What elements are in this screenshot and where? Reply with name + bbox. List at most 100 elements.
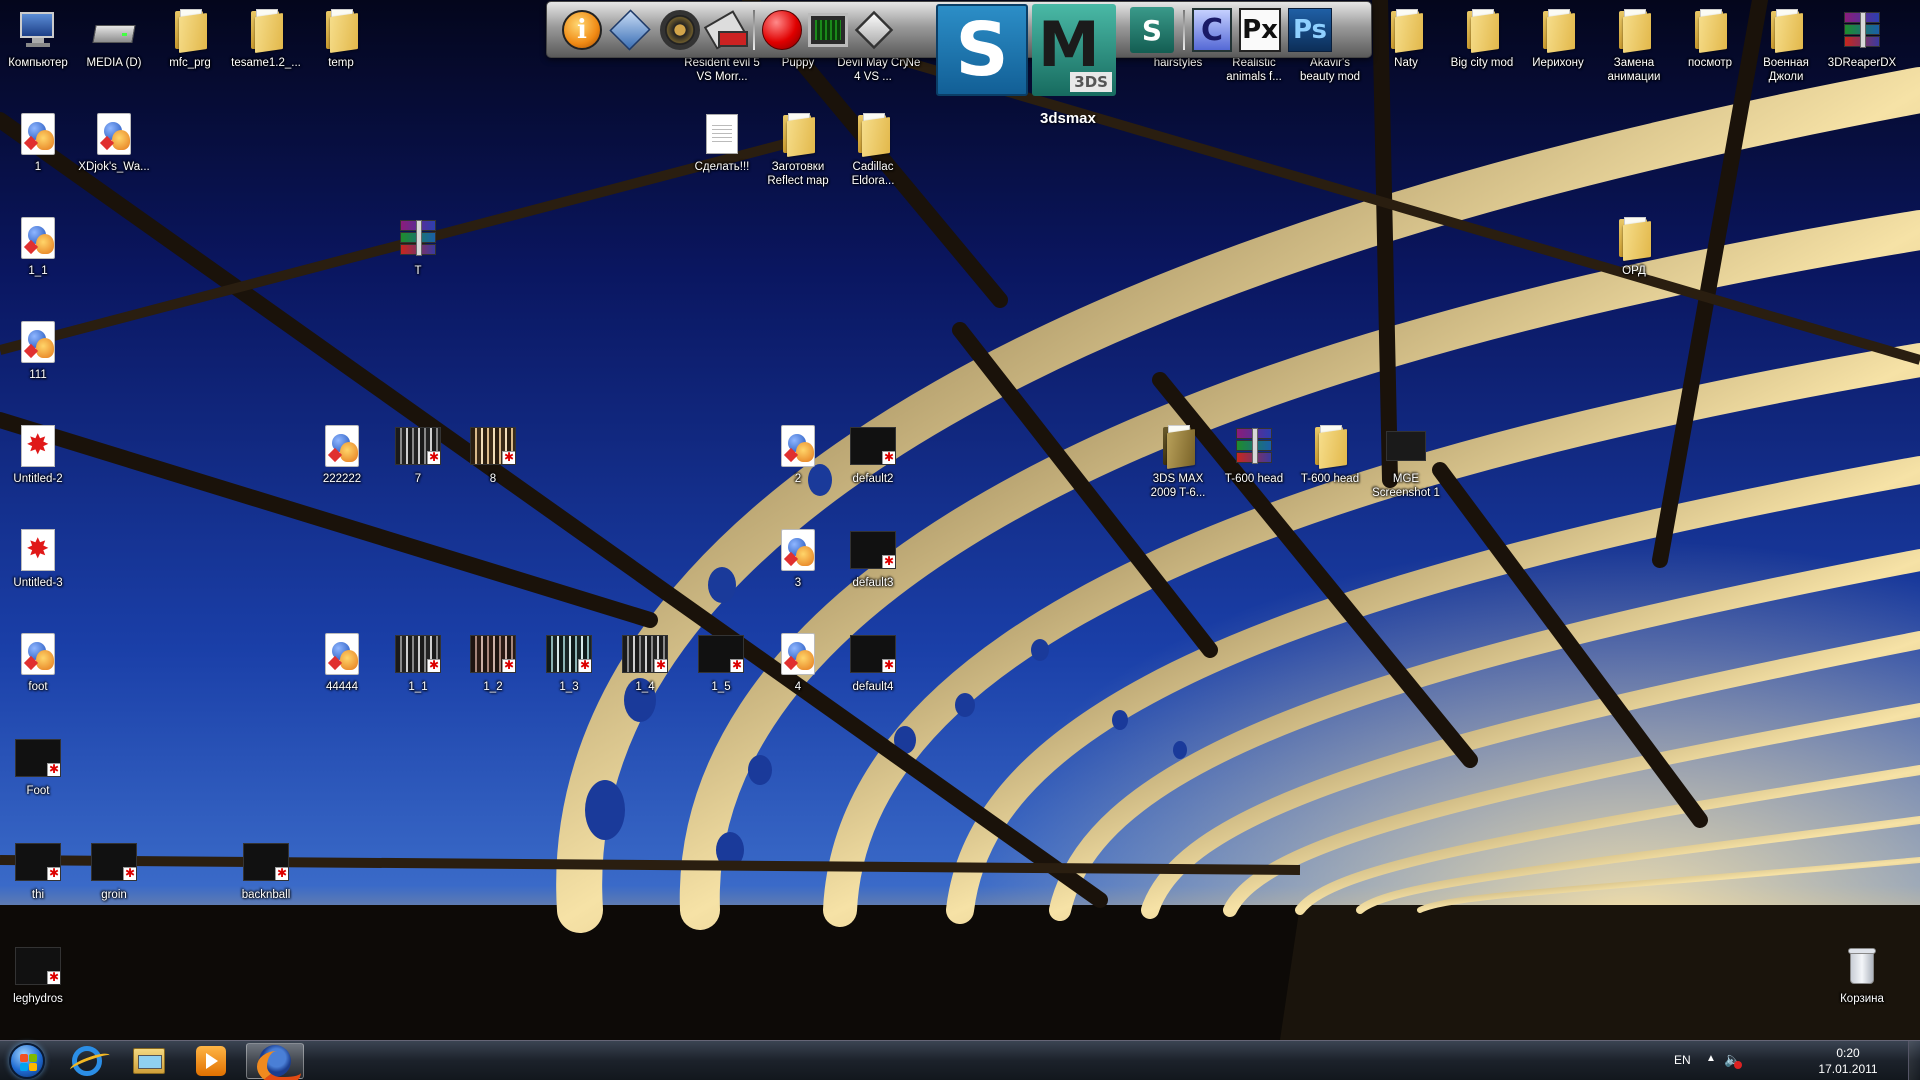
desktop-icon-zamena-animacii[interactable]: Замена анимации <box>1596 6 1672 84</box>
desktop-icon-t600-head-folder[interactable]: T-600 head <box>1292 422 1368 486</box>
desktop-icon-7[interactable]: 7 <box>380 422 456 486</box>
desktop-icon-label: hairstyles <box>1153 57 1203 69</box>
desktop-icon-111[interactable]: 111 <box>0 318 76 382</box>
desktop-icon-untitled-3[interactable]: Untitled-3 <box>0 526 76 590</box>
desktop-icon-mge-screenshot[interactable]: MGE Screenshot 1 <box>1368 422 1444 500</box>
dock-item-wheel[interactable] <box>657 7 703 53</box>
desktop-icon-big-city-mod[interactable]: Big city mod <box>1444 6 1520 70</box>
taskbar: EN ▲ 0:20 17.01.2011 <box>0 1040 1920 1080</box>
desktop-icon-computer[interactable]: Компьютер <box>0 6 76 70</box>
volume-muted-icon[interactable] <box>1724 1051 1744 1069</box>
desktop-wallpaper <box>0 0 1920 1080</box>
dock-item-info[interactable]: i <box>559 7 605 53</box>
desktop-icon-default4[interactable]: default4 <box>835 630 911 694</box>
hard-drive-icon <box>90 6 138 54</box>
desktop-icon-media-drive[interactable]: MEDIA (D) <box>76 6 152 70</box>
desktop-icon-label: Foot <box>26 785 50 797</box>
folder-icon <box>1458 6 1506 54</box>
desktop-icon-naty[interactable]: Naty <box>1368 6 1444 70</box>
desktop-icon-temp[interactable]: temp <box>303 6 379 70</box>
desktop-icon-curtain-1-2[interactable]: 1_2 <box>455 630 531 694</box>
desktop-icon-2[interactable]: 2 <box>760 422 836 486</box>
desktop-icon-label: 1_1 <box>28 265 48 277</box>
desktop-icon-curtain-1-4[interactable]: 1_4 <box>607 630 683 694</box>
desktop-icon-mfc-prg[interactable]: mfc_prg <box>152 6 228 70</box>
dock-separator <box>753 10 755 50</box>
dock-item-maya-magnified[interactable]: M 3DS <box>1032 4 1116 96</box>
clock[interactable]: 0:20 17.01.2011 <box>1808 1045 1888 1077</box>
desktop-icon-foot[interactable]: foot <box>0 630 76 694</box>
desktop-icon-label: 111 <box>29 369 47 381</box>
desktop-icon-thi[interactable]: thi <box>0 838 76 902</box>
desktop-icon-label: foot <box>28 681 48 693</box>
desktop-icon-recycle-bin[interactable]: Корзина <box>1824 942 1900 1006</box>
dock-item-c-app[interactable]: C <box>1189 7 1235 53</box>
desktop-icon-zagotovki[interactable]: Заготовки Reflect map <box>760 110 836 188</box>
desktop-icon-t600-head-archive[interactable]: T-600 head <box>1216 422 1292 486</box>
desktop-icon-1-1[interactable]: 1_1 <box>0 214 76 278</box>
desktop-icon-curtain-1-3[interactable]: 1_3 <box>531 630 607 694</box>
desktop-icon-xdjok[interactable]: XDjok's_Wa... <box>76 110 152 174</box>
desktop-icon-44444[interactable]: 44444 <box>304 630 380 694</box>
dock-item-cube[interactable] <box>851 7 897 53</box>
desktop-icon-label: Корзина <box>1840 993 1884 1005</box>
desktop-icon-sdelat[interactable]: Сделать!!! <box>684 110 760 174</box>
paint-file-icon <box>318 422 366 470</box>
dock-item-px-app[interactable]: Px <box>1237 7 1283 53</box>
system-tray: EN ▲ 0:20 17.01.2011 <box>1660 1041 1920 1080</box>
explorer-icon <box>133 1048 165 1074</box>
taskbar-firefox[interactable] <box>246 1043 304 1080</box>
desktop-icon-label: default2 <box>852 473 894 485</box>
desktop-icon-voennaya-joli[interactable]: Военная Джоли <box>1748 6 1824 84</box>
paint-file-icon <box>14 318 62 366</box>
desktop-icon-3dreaperdx[interactable]: 3DReaperDX <box>1824 6 1900 70</box>
desktop-icon-untitled-2[interactable]: Untitled-2 <box>0 422 76 486</box>
desktop-icon-t-archive[interactable]: T <box>380 214 456 278</box>
desktop-icon-default3[interactable]: default3 <box>835 526 911 590</box>
dock-item-virtualbox[interactable] <box>607 7 653 53</box>
dock-item-monitor[interactable] <box>805 7 851 53</box>
desktop-icon-3dsmax-2009[interactable]: 3DS MAX 2009 T-6... <box>1140 422 1216 500</box>
recycle-bin-icon <box>1838 942 1886 990</box>
dock-item-red-ball[interactable] <box>759 7 805 53</box>
desktop-icon-label: Realistic animals f... <box>1226 57 1282 83</box>
desktop-icon-222222[interactable]: 222222 <box>304 422 380 486</box>
desktop-icon-leghydros[interactable]: leghydros <box>0 942 76 1006</box>
paint-file-icon <box>318 630 366 678</box>
desktop-icon-groin[interactable]: groin <box>76 838 152 902</box>
desktop-icon-label: XDjok's_Wa... <box>78 161 150 173</box>
desktop-icon-cadillac[interactable]: Cadillac Eldora... <box>835 110 911 188</box>
desktop-icon-label: T-600 head <box>1300 473 1360 485</box>
dock-item-3dsmax-magnified[interactable]: S <box>936 4 1028 96</box>
dock-item-photoshop[interactable]: Ps <box>1287 7 1333 53</box>
taskbar-media-player[interactable] <box>182 1043 240 1079</box>
desktop-icon-label: 1_1 <box>408 681 428 693</box>
dock-item-gun[interactable] <box>703 7 749 53</box>
desktop-icon-posmotr[interactable]: посмотр <box>1672 6 1748 70</box>
texture-thumbnail-icon <box>394 630 442 678</box>
desktop-icon-foot-texture[interactable]: Foot <box>0 734 76 798</box>
desktop-icon-4[interactable]: 4 <box>760 630 836 694</box>
show-hidden-icons-arrow[interactable]: ▲ <box>1706 1053 1716 1064</box>
desktop-icon-backnball[interactable]: backnball <box>228 838 304 902</box>
taskbar-internet-explorer[interactable] <box>58 1043 116 1079</box>
desktop-icon-default2[interactable]: default2 <box>835 422 911 486</box>
desktop-icon-label: Заготовки Reflect map <box>767 161 829 187</box>
start-button[interactable] <box>4 1042 50 1080</box>
folder-icon <box>1610 6 1658 54</box>
desktop-icon-3[interactable]: 3 <box>760 526 836 590</box>
desktop-icon-ierihonu[interactable]: Иерихону <box>1520 6 1596 70</box>
taskbar-explorer[interactable] <box>120 1043 178 1079</box>
desktop-icon-tesame[interactable]: tesame1.2_... <box>228 6 304 70</box>
desktop-icon-label: backnball <box>241 889 291 901</box>
desktop-icon-8[interactable]: 8 <box>455 422 531 486</box>
show-desktop-button[interactable] <box>1908 1041 1920 1080</box>
desktop-icon-label: tesame1.2_... <box>231 57 301 69</box>
desktop-icon-1[interactable]: 1 <box>0 110 76 174</box>
language-indicator[interactable]: EN <box>1674 1053 1691 1067</box>
desktop-icon-curtain-1-1[interactable]: 1_1 <box>380 630 456 694</box>
folder-icon <box>774 110 822 158</box>
desktop-icon-curtain-1-5[interactable]: 1_5 <box>683 630 759 694</box>
dock-item-3dsmax-small[interactable]: S <box>1129 7 1175 53</box>
desktop-icon-ord[interactable]: ОРД <box>1596 214 1672 278</box>
